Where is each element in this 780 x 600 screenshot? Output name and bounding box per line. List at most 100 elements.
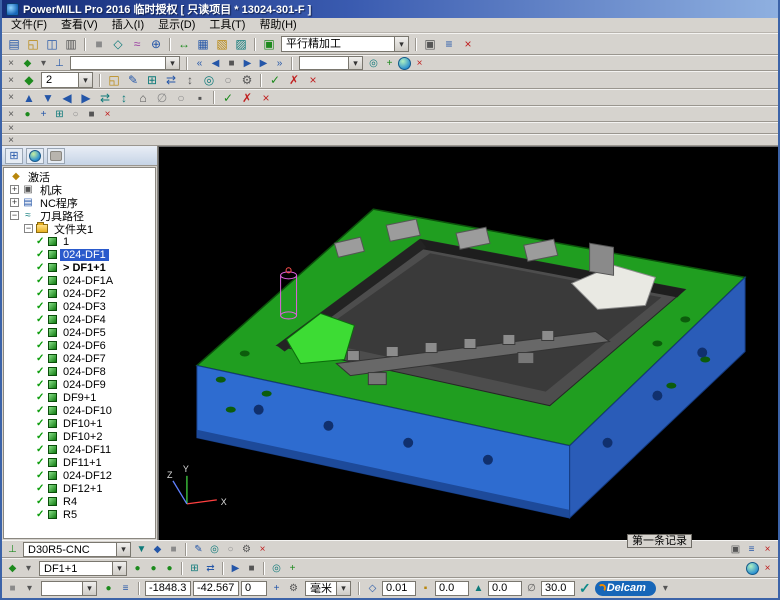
save-project-icon[interactable]: ◫ bbox=[43, 36, 61, 52]
stop-icon[interactable]: ■ bbox=[224, 57, 239, 70]
move-down-icon[interactable]: ▼ bbox=[39, 90, 57, 106]
chevron-down-icon[interactable]: ▾ bbox=[112, 562, 126, 575]
chevron-down-icon[interactable]: ▾ bbox=[78, 73, 92, 87]
print-icon[interactable]: ▥ bbox=[62, 36, 80, 52]
point-icon[interactable]: ▪ bbox=[191, 90, 209, 106]
dock-close-icon[interactable]: × bbox=[5, 134, 17, 146]
toolpath-item[interactable]: ✓ 1 bbox=[6, 235, 155, 248]
panel-tab[interactable] bbox=[47, 148, 65, 164]
grid-icon[interactable]: ⊞ bbox=[143, 72, 161, 88]
toolpath-item-selected[interactable]: ✓ 024-DF1 bbox=[6, 248, 155, 261]
dialog-icon[interactable]: ▣ bbox=[728, 543, 743, 556]
dropdown-icon[interactable]: ▾ bbox=[21, 562, 36, 575]
step-forward-icon[interactable]: ▶ bbox=[256, 57, 271, 70]
strategy-icon[interactable]: ▣ bbox=[260, 36, 278, 52]
collapse-icon[interactable]: − bbox=[10, 211, 19, 220]
check-icon[interactable]: ✓ bbox=[36, 418, 47, 429]
gear-icon[interactable]: ⚙ bbox=[286, 582, 301, 595]
viewport-3d[interactable]: X Y Z bbox=[158, 146, 778, 540]
viewmill-sphere-icon[interactable] bbox=[398, 57, 411, 70]
accept-icon[interactable]: ✓ bbox=[266, 72, 284, 88]
check-icon[interactable]: ✓ bbox=[36, 236, 47, 247]
toolpath-item[interactable]: ✓ 024-DF8 bbox=[6, 365, 155, 378]
circle-icon[interactable]: ○ bbox=[172, 90, 190, 106]
play-icon[interactable]: ▶ bbox=[240, 57, 255, 70]
chevron-down-icon[interactable]: ▾ bbox=[336, 582, 350, 595]
dock-close-icon[interactable]: × bbox=[5, 108, 17, 120]
toolbar-close-icon[interactable]: × bbox=[100, 108, 115, 121]
tool-icon[interactable]: ⊥ bbox=[5, 543, 20, 556]
tool-tip-icon[interactable]: ▼ bbox=[134, 543, 149, 556]
toolpath-item[interactable]: ✓ 024-DF12 bbox=[6, 469, 155, 482]
calculator-icon[interactable]: ▦ bbox=[194, 36, 212, 52]
toolpath-select-icon[interactable]: ◆ bbox=[20, 57, 35, 70]
toolpath-item[interactable]: ✓ 024-DF4 bbox=[6, 313, 155, 326]
folder-dropdown-icon[interactable]: ◱ bbox=[105, 72, 123, 88]
statistics-icon[interactable]: ≡ bbox=[440, 36, 458, 52]
toolpath-item[interactable]: ✓ 024-DF6 bbox=[6, 339, 155, 352]
gear-icon[interactable]: ⚙ bbox=[238, 72, 256, 88]
grid-icon[interactable]: ⊞ bbox=[187, 562, 202, 575]
chevron-down-icon[interactable]: ▾ bbox=[116, 543, 130, 556]
check-icon[interactable]: ✓ bbox=[36, 509, 47, 520]
status-dot-icon[interactable]: ● bbox=[101, 582, 116, 595]
check-icon[interactable]: ✓ bbox=[36, 457, 47, 468]
check-icon[interactable]: ✓ bbox=[36, 249, 47, 260]
move-right-icon[interactable]: ▶ bbox=[77, 90, 95, 106]
mirror-icon[interactable]: ⇄ bbox=[96, 90, 114, 106]
dropdown-icon[interactable]: ▾ bbox=[36, 57, 51, 70]
check-icon[interactable]: ✓ bbox=[36, 444, 47, 455]
status-dot-icon[interactable]: ● bbox=[146, 562, 161, 575]
stock-icon[interactable]: ▲ bbox=[471, 582, 486, 595]
locate-icon[interactable]: ◎ bbox=[200, 72, 218, 88]
accept-icon[interactable]: ✓ bbox=[219, 90, 237, 106]
add-icon[interactable]: + bbox=[382, 57, 397, 70]
toolpath-item[interactable]: ✓ 024-DF1A bbox=[6, 274, 155, 287]
step-back-icon[interactable]: ◀ bbox=[208, 57, 223, 70]
dialog-icon[interactable]: ▣ bbox=[421, 36, 439, 52]
check-icon[interactable]: ✓ bbox=[36, 470, 47, 481]
toolbar-close-icon[interactable]: × bbox=[304, 72, 322, 88]
thickness-icon[interactable]: ▪ bbox=[418, 582, 433, 595]
check-icon[interactable]: ✓ bbox=[36, 353, 47, 364]
check-icon[interactable]: ✓ bbox=[36, 275, 47, 286]
check-icon[interactable]: ✓ bbox=[36, 366, 47, 377]
titlebar[interactable]: PowerMILL Pro 2016 临时授权 [ 只读项目 * 13024-3… bbox=[2, 0, 778, 18]
toolbar-close-icon[interactable]: × bbox=[459, 36, 477, 52]
target-icon[interactable]: ◎ bbox=[366, 57, 381, 70]
toolpath-item[interactable]: ✓ 024-DF10 bbox=[6, 404, 155, 417]
toolpath-item[interactable]: ✓ DF10+2 bbox=[6, 430, 155, 443]
cancel-icon[interactable]: ✗ bbox=[238, 90, 256, 106]
toolpath-item[interactable]: ✓ DF9+1 bbox=[6, 391, 155, 404]
dropdown-icon[interactable]: ▾ bbox=[658, 582, 673, 595]
simulation-combo[interactable]: ▾ bbox=[70, 56, 180, 70]
check-icon[interactable]: ✓ bbox=[36, 262, 47, 273]
toolbar-close-icon[interactable]: × bbox=[760, 543, 775, 556]
toolbar-close-icon[interactable]: × bbox=[257, 90, 275, 106]
pattern-icon[interactable]: ≈ bbox=[128, 36, 146, 52]
strategy-combo[interactable]: 平行精加工 ▾ bbox=[281, 36, 409, 52]
active-toolpath-combo[interactable]: DF1+1 ▾ bbox=[39, 561, 127, 576]
toolpath-item[interactable]: ✓ 024-DF5 bbox=[6, 326, 155, 339]
chevron-down-icon[interactable]: ▾ bbox=[348, 57, 362, 69]
toolpath-item[interactable]: ✓ R4 bbox=[6, 495, 155, 508]
stop-icon[interactable]: ■ bbox=[244, 562, 259, 575]
toolbar-close-icon[interactable]: × bbox=[412, 57, 427, 70]
draw-icon[interactable]: ✎ bbox=[191, 543, 206, 556]
circle-icon[interactable]: ○ bbox=[219, 72, 237, 88]
toolpath-item[interactable]: ✓ DF11+1 bbox=[6, 456, 155, 469]
explorer-tree-tab[interactable]: ⊞ bbox=[5, 148, 23, 164]
check-icon[interactable]: ✓ bbox=[36, 392, 47, 403]
list-icon[interactable]: ≡ bbox=[118, 582, 133, 595]
chevron-down-icon[interactable]: ▾ bbox=[82, 582, 96, 595]
menu-insert[interactable]: 插入(I) bbox=[105, 18, 151, 33]
tool-shank-icon[interactable]: ◆ bbox=[150, 543, 165, 556]
toolpath-item[interactable]: ✓ DF12+1 bbox=[6, 482, 155, 495]
play-to-end-icon[interactable]: » bbox=[272, 57, 287, 70]
toolpath-item[interactable]: ✓ 024-DF2 bbox=[6, 287, 155, 300]
status-combo[interactable]: ▾ bbox=[41, 581, 97, 596]
collapse-icon[interactable]: − bbox=[24, 224, 33, 233]
cancel-icon[interactable]: ✗ bbox=[285, 72, 303, 88]
gear-icon[interactable]: ⚙ bbox=[239, 543, 254, 556]
updown-icon[interactable]: ↕ bbox=[181, 72, 199, 88]
